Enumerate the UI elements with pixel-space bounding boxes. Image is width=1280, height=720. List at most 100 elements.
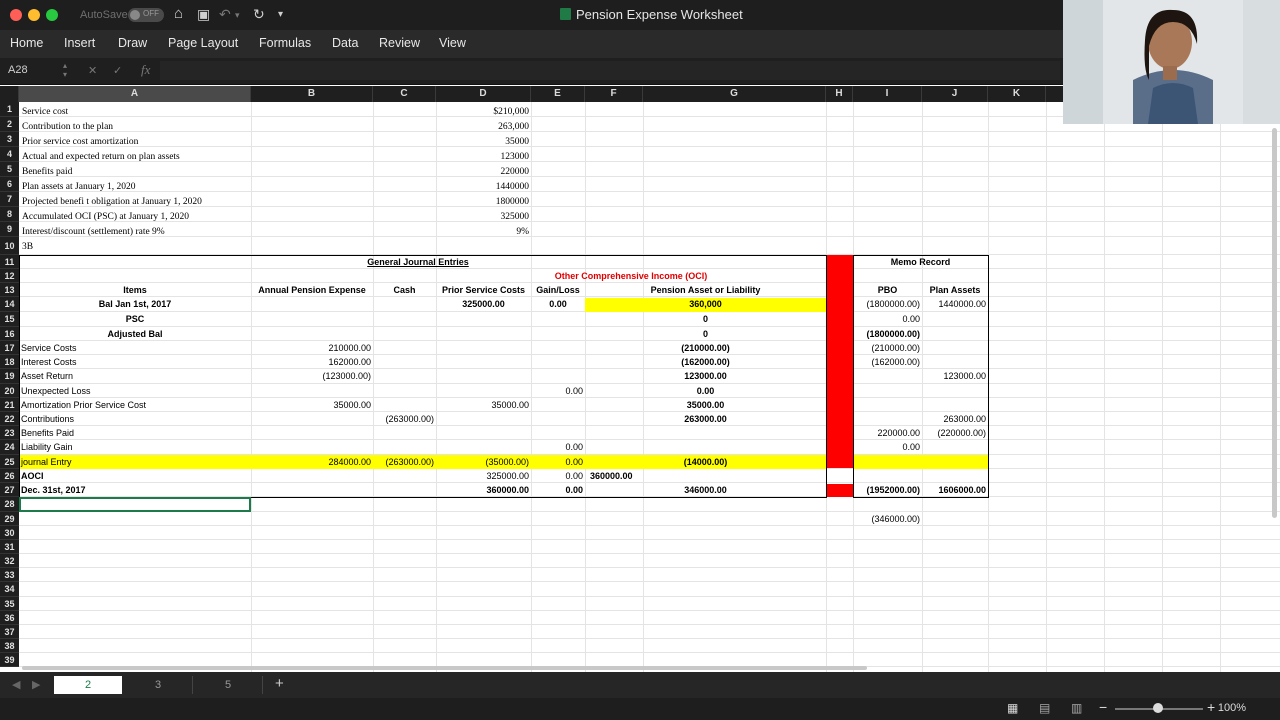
cell-a1[interactable]: Service cost — [20, 105, 70, 119]
row-header-36[interactable]: 36 — [0, 611, 19, 625]
cell-c22[interactable]: (263000.00) — [373, 412, 436, 426]
cell-a16[interactable]: Adjusted Bal — [19, 327, 251, 341]
cell-a8[interactable]: Accumulated OCI (PSC) at January 1, 2020 — [20, 210, 191, 224]
cell-e25[interactable]: 0.00 — [531, 455, 585, 469]
cancel-icon[interactable]: ✕ — [88, 64, 97, 77]
cell-d2[interactable]: 263,000 — [436, 120, 531, 134]
cell-g20[interactable]: 0.00 — [585, 384, 826, 398]
cell-a6[interactable]: Plan assets at January 1, 2020 — [20, 180, 137, 194]
row-header-20[interactable]: 20 — [0, 384, 19, 398]
cell-a9[interactable]: Interest/discount (settlement) rate 9% — [20, 225, 167, 239]
row-header-15[interactable]: 15 — [0, 312, 19, 327]
cell-d3[interactable]: 35000 — [436, 135, 531, 149]
fx-icon[interactable]: fx — [141, 62, 150, 78]
save-icon[interactable]: ▣ — [197, 6, 210, 23]
cell-a7[interactable]: Projected benefi t obligation at January… — [20, 195, 204, 209]
cell-g19[interactable]: 123000.00 — [585, 369, 826, 383]
sheet-tab-3[interactable]: 3 — [124, 676, 193, 694]
row-header-25[interactable]: 25 — [0, 455, 19, 469]
cell-i18[interactable]: (162000.00) — [853, 355, 922, 369]
cell-g22[interactable]: 263000.00 — [585, 412, 826, 426]
cell-a18[interactable]: Interest Costs — [19, 355, 79, 369]
row-header-19[interactable]: 19 — [0, 369, 19, 384]
cell-b25[interactable]: 284000.00 — [251, 455, 373, 469]
sheet-tab-2[interactable]: 2 — [54, 676, 122, 694]
row-header-7[interactable]: 7 — [0, 192, 19, 207]
cell-g17[interactable]: (210000.00) — [585, 341, 826, 355]
cell-b19[interactable]: (123000.00) — [251, 369, 373, 383]
oci-header[interactable]: Other Comprehensive Income (OCI) — [531, 269, 731, 283]
next-sheet-icon[interactable]: ▶ — [32, 678, 40, 691]
page-layout-view-icon[interactable]: ▤ — [1039, 701, 1050, 715]
row-header-5[interactable]: 5 — [0, 162, 19, 177]
minimize-window-button[interactable] — [28, 9, 40, 21]
cell-d21[interactable]: 35000.00 — [436, 398, 531, 412]
row-header-39[interactable]: 39 — [0, 653, 19, 667]
cell-i14[interactable]: (1800000.00) — [853, 297, 922, 311]
cell-g27[interactable]: 346000.00 — [585, 483, 826, 497]
row-header-13[interactable]: 13 — [0, 283, 19, 297]
row-header-27[interactable]: 27 — [0, 483, 19, 497]
column-header-c[interactable]: C — [373, 86, 436, 102]
row-header-16[interactable]: 16 — [0, 327, 19, 341]
column-header-h[interactable]: H — [826, 86, 853, 102]
row-header-11[interactable]: 11 — [0, 255, 19, 269]
vertical-scrollbar[interactable] — [1272, 128, 1277, 518]
cell-a4[interactable]: Actual and expected return on plan asset… — [20, 150, 182, 164]
select-all-corner[interactable] — [0, 86, 19, 102]
cell-a5[interactable]: Benefits paid — [20, 165, 74, 179]
cell-g18[interactable]: (162000.00) — [585, 355, 826, 369]
tab-insert[interactable]: Insert — [64, 36, 95, 50]
prior-service-costs-header[interactable]: Prior Service Costs — [436, 283, 531, 297]
row-header-14[interactable]: 14 — [0, 297, 19, 312]
row-header-3[interactable]: 3 — [0, 132, 19, 147]
cell-a27[interactable]: Dec. 31st, 2017 — [19, 483, 88, 497]
cell-d6[interactable]: 1440000 — [436, 180, 531, 194]
cell-g16[interactable]: 0 — [585, 327, 826, 341]
selected-cell-a28[interactable] — [19, 497, 251, 512]
horizontal-scrollbar[interactable] — [22, 666, 867, 670]
cell-g14[interactable]: 360,000 — [585, 297, 826, 311]
cell-e27[interactable]: 0.00 — [531, 483, 585, 497]
cell-a2[interactable]: Contribution to the plan — [20, 120, 115, 134]
redo-icon[interactable]: ↻ — [253, 6, 265, 23]
cell-d25[interactable]: (35000.00) — [436, 455, 531, 469]
page-break-view-icon[interactable]: ▥ — [1071, 701, 1082, 715]
cell-d8[interactable]: 325000 — [436, 210, 531, 224]
cell-j14[interactable]: 1440000.00 — [922, 297, 988, 311]
cell-f26[interactable]: 360000.00 — [588, 469, 635, 483]
cell-e24[interactable]: 0.00 — [531, 440, 585, 454]
name-box-stepper-icon[interactable]: ▴ ▾ — [63, 61, 67, 79]
tab-formulas[interactable]: Formulas — [259, 36, 311, 50]
cell-b17[interactable]: 210000.00 — [251, 341, 373, 355]
cell-g25[interactable]: (14000.00) — [585, 455, 826, 469]
cell-a19[interactable]: Asset Return — [19, 369, 75, 383]
row-header-35[interactable]: 35 — [0, 597, 19, 611]
row-header-1[interactable]: 1 — [0, 102, 19, 117]
column-header-a[interactable]: A — [19, 86, 251, 102]
pension-asset-liability-header[interactable]: Pension Asset or Liability — [585, 283, 826, 297]
home-icon[interactable]: ⌂ — [174, 5, 183, 22]
general-journal-header[interactable]: General Journal Entries — [251, 255, 585, 269]
zoom-level[interactable]: 100% — [1218, 702, 1246, 714]
tab-review[interactable]: Review — [379, 36, 420, 50]
cell-d7[interactable]: 1800000 — [436, 195, 531, 209]
tab-page-layout[interactable]: Page Layout — [168, 36, 238, 50]
pbo-header[interactable]: PBO — [853, 283, 922, 297]
maximize-window-button[interactable] — [46, 9, 58, 21]
row-header-31[interactable]: 31 — [0, 540, 19, 554]
cell-i15[interactable]: 0.00 — [853, 312, 922, 326]
cell-d14[interactable]: 325000.00 — [436, 297, 531, 311]
customize-toolbar-icon[interactable]: ▾ — [278, 9, 283, 20]
cell-d27[interactable]: 360000.00 — [436, 483, 531, 497]
cell-a22[interactable]: Contributions — [19, 412, 76, 426]
sheet-tab-5[interactable]: 5 — [194, 676, 263, 694]
cell-e26[interactable]: 0.00 — [531, 469, 585, 483]
cell-a15[interactable]: PSC — [19, 312, 251, 326]
cell-d9[interactable]: 9% — [436, 225, 531, 239]
plan-assets-header[interactable]: Plan Assets — [922, 283, 988, 297]
cell-i24[interactable]: 0.00 — [853, 440, 922, 454]
zoom-slider-thumb[interactable] — [1153, 703, 1163, 713]
annual-pension-expense-header[interactable]: Annual Pension Expense — [251, 283, 373, 297]
tab-data[interactable]: Data — [332, 36, 358, 50]
